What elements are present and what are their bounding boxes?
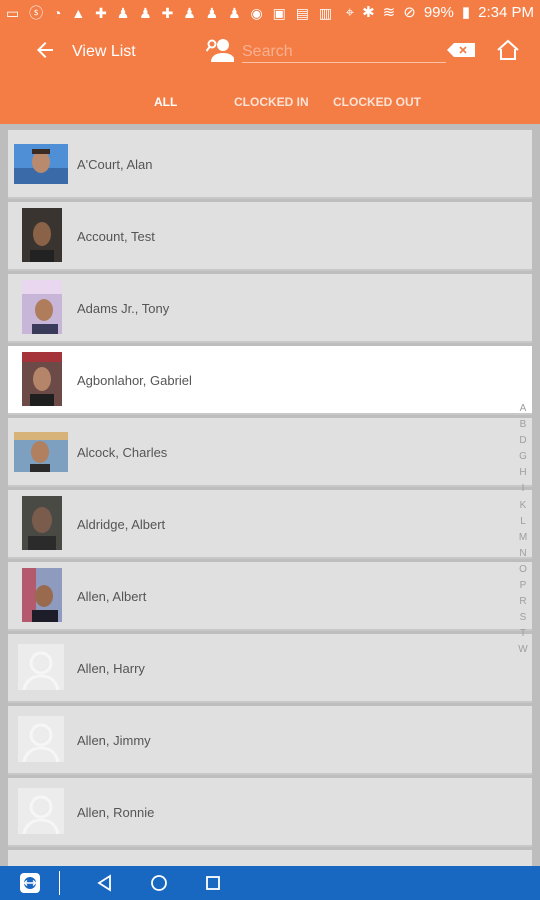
list-item[interactable]: Alcock, Charles xyxy=(8,418,532,487)
employee-photo xyxy=(22,280,62,334)
list-item[interactable]: Agbonlahor, Gabriel xyxy=(8,346,532,415)
list-item-partial[interactable] xyxy=(8,850,532,866)
tab-clocked-in[interactable]: CLOCKED IN xyxy=(234,95,309,109)
list-item[interactable]: Allen, Ronnie xyxy=(8,778,532,847)
list-item[interactable]: Allen, Harry xyxy=(8,634,532,703)
page-title: View List xyxy=(72,43,136,60)
employee-name: Allen, Ronnie xyxy=(77,805,155,820)
remote-access-icon[interactable] xyxy=(19,872,41,894)
list-item[interactable]: A'Court, Alan xyxy=(8,130,532,199)
alpha-letter[interactable]: A xyxy=(517,401,529,417)
alpha-letter[interactable]: D xyxy=(517,433,529,449)
clear-search-icon[interactable] xyxy=(447,43,475,57)
alpha-letter[interactable]: W xyxy=(517,642,529,658)
person-search-icon xyxy=(206,39,234,62)
alpha-letter[interactable]: L xyxy=(517,514,529,530)
tab-all[interactable]: ALL xyxy=(154,95,177,109)
employee-name: A'Court, Alan xyxy=(77,157,153,172)
list-item[interactable]: Adams Jr., Tony xyxy=(8,274,532,343)
employee-list: A'Court, Alan Account, Test Adams Jr., T… xyxy=(0,126,540,866)
employee-photo xyxy=(22,352,62,406)
alphabet-index[interactable]: A B D G H I K L M N O P R S T W xyxy=(517,401,529,659)
app-bar: View List Search ALL CLOCKED IN CLOCKED … xyxy=(0,24,540,124)
wifi-icon: ≋ xyxy=(382,4,396,21)
list-item[interactable]: Account, Test xyxy=(8,202,532,271)
home-nav-icon[interactable] xyxy=(149,873,169,893)
battery-text: 99% xyxy=(423,3,454,21)
employee-photo xyxy=(22,496,62,550)
employee-name: Allen, Harry xyxy=(77,661,145,676)
alpha-letter[interactable]: I xyxy=(517,481,529,497)
employee-name: Allen, Albert xyxy=(77,589,147,604)
placeholder-avatar-icon xyxy=(18,788,64,834)
placeholder-avatar-icon xyxy=(18,716,64,762)
employee-photo xyxy=(22,208,62,262)
back-nav-icon[interactable] xyxy=(95,873,115,893)
employee-photo xyxy=(14,144,68,184)
battery-icon: ▮ xyxy=(461,4,471,21)
clock: 2:34 PM xyxy=(478,3,534,21)
employee-photo xyxy=(14,432,68,472)
placeholder-avatar-icon xyxy=(18,644,64,690)
bluetooth-icon: ✱ xyxy=(362,4,375,21)
alpha-letter[interactable]: K xyxy=(517,498,529,514)
employee-photo xyxy=(22,568,62,622)
tab-clocked-out[interactable]: CLOCKED OUT xyxy=(333,95,421,109)
recents-nav-icon[interactable] xyxy=(203,873,223,893)
location-icon: ⌖ xyxy=(345,3,355,21)
alpha-letter[interactable]: N xyxy=(517,546,529,562)
alpha-letter[interactable]: R xyxy=(517,594,529,610)
employee-name: Agbonlahor, Gabriel xyxy=(77,373,192,388)
list-item[interactable]: Aldridge, Albert xyxy=(8,490,532,559)
employee-name: Alcock, Charles xyxy=(77,445,168,460)
alpha-letter[interactable]: H xyxy=(517,465,529,481)
home-icon[interactable] xyxy=(496,39,520,61)
system-nav-bar xyxy=(0,866,540,900)
alpha-letter[interactable]: P xyxy=(517,578,529,594)
back-arrow-icon[interactable] xyxy=(33,38,57,62)
dnd-icon: ⊘ xyxy=(403,4,416,21)
alpha-letter[interactable]: G xyxy=(517,449,529,465)
list-item[interactable]: Allen, Jimmy xyxy=(8,706,532,775)
alpha-letter[interactable]: T xyxy=(517,626,529,642)
alpha-letter[interactable]: S xyxy=(517,610,529,626)
alpha-letter[interactable]: O xyxy=(517,562,529,578)
alpha-letter[interactable]: B xyxy=(517,417,529,433)
employee-name: Adams Jr., Tony xyxy=(77,301,170,316)
search-input[interactable]: Search xyxy=(242,43,446,63)
employee-name: Account, Test xyxy=(77,229,155,244)
status-bar: ▭ ⓢ ◔ ▲ ✚ ♟ ♟ ✚ ♟ ♟ ♟ ◉ ▣ ▤ ▥ ⌖ ✱ ≋ ⊘ 99… xyxy=(0,0,540,24)
notification-icons: ▭ ⓢ ◔ ▲ ✚ ♟ ♟ ✚ ♟ ♟ ♟ ◉ ▣ ▤ ▥ xyxy=(6,5,336,21)
nav-divider xyxy=(59,871,60,895)
alpha-letter[interactable]: M xyxy=(517,530,529,546)
list-item[interactable]: Allen, Albert xyxy=(8,562,532,631)
employee-name: Aldridge, Albert xyxy=(77,517,166,532)
employee-name: Allen, Jimmy xyxy=(77,733,151,748)
